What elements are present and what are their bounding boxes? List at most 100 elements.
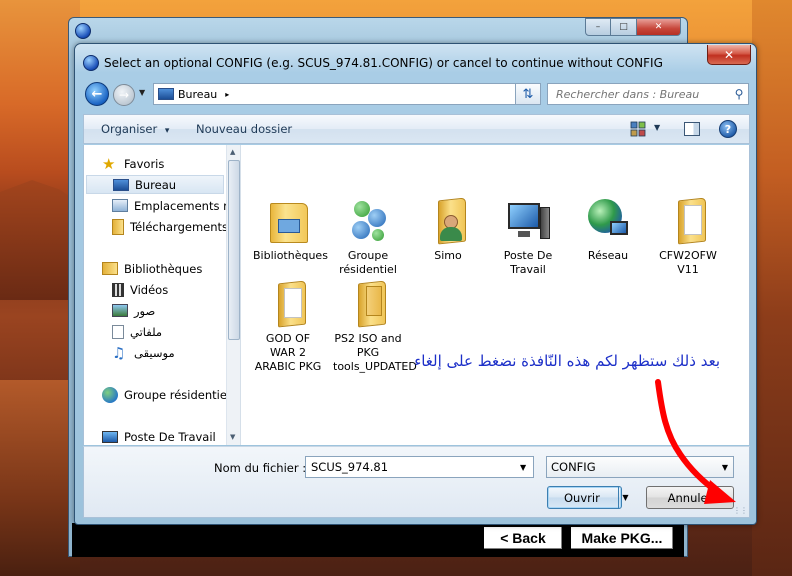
address-location[interactable]: Bureau xyxy=(178,88,217,101)
instruction-annotation: بعد ذلك ستظهر لكم هذه النّافذة نضغط على … xyxy=(414,352,720,370)
nav-item-label: موسيقى xyxy=(134,345,175,360)
new-folder-button[interactable]: Nouveau dossier xyxy=(196,122,292,136)
documents-icon xyxy=(112,324,124,339)
file-item-label: Simo xyxy=(434,249,462,262)
view-options-dropdown[interactable]: ▼ xyxy=(654,123,660,132)
nav-item-documents[interactable]: ملفاتي xyxy=(112,322,240,341)
file-item-network[interactable]: Réseau xyxy=(573,197,643,263)
computer-icon xyxy=(504,197,552,245)
chevron-down-icon: ▾ xyxy=(164,126,170,136)
navigation-pane: ★ Favoris Bureau Emplacements ré Télécha… xyxy=(84,145,241,445)
make-pkg-button[interactable]: Make PKG... xyxy=(569,525,675,551)
nav-item-label: Groupe résidentiel xyxy=(124,387,231,402)
search-input[interactable] xyxy=(548,87,730,101)
nav-item-label: Téléchargements xyxy=(130,219,229,234)
file-item-user-folder[interactable]: Simo xyxy=(413,197,483,263)
nav-item-computer[interactable]: Poste De Travail xyxy=(102,427,240,445)
libraries-icon xyxy=(102,262,118,275)
nav-item-label: Favoris xyxy=(124,156,165,171)
downloads-icon xyxy=(112,218,124,235)
nav-item-label: Emplacements ré xyxy=(134,198,235,213)
music-icon: ♫ xyxy=(112,343,126,362)
desktop-icon xyxy=(113,178,129,191)
filename-label: Nom du fichier : xyxy=(214,461,307,475)
app-orb-icon xyxy=(75,23,91,39)
desktop-icon xyxy=(158,88,174,100)
breadcrumb-arrow-icon[interactable]: ▸ xyxy=(225,90,229,99)
dialog-title: Select an optional CONFIG (e.g. SCUS_974… xyxy=(104,56,663,70)
file-item-label: Bibliothèques xyxy=(253,249,328,262)
refresh-icon: ⇅ xyxy=(522,86,534,102)
file-item-label: Réseau xyxy=(587,249,629,262)
scroll-up-icon[interactable]: ▲ xyxy=(230,148,235,156)
user-folder-icon xyxy=(424,197,472,245)
nav-item-label: Bureau xyxy=(135,177,177,192)
file-item-label: GOD OF WAR 2 ARABIC PKG xyxy=(254,332,322,373)
open-options-dropdown[interactable]: ▼ xyxy=(618,486,632,509)
file-item-label: Poste De Travail xyxy=(503,249,553,276)
nav-item-recent-places[interactable]: Emplacements ré xyxy=(112,196,240,215)
dialog-app-icon xyxy=(83,55,99,71)
open-button-label: Ouvrir xyxy=(564,490,600,505)
network-icon xyxy=(584,197,632,245)
recent-locations-dropdown[interactable]: ▼ xyxy=(139,88,145,97)
arrow-left-icon: ← xyxy=(91,86,103,102)
search-icon[interactable]: ⚲ xyxy=(730,87,748,101)
recent-places-icon xyxy=(112,199,128,212)
address-bar[interactable]: Bureau ▸ ▼ xyxy=(153,83,538,105)
file-item-god-of-war[interactable]: GOD OF WAR 2 ARABIC PKG xyxy=(253,280,323,374)
search-box[interactable]: ⚲ xyxy=(547,83,749,105)
change-view-icon[interactable] xyxy=(630,121,646,137)
help-button[interactable]: ? xyxy=(719,120,737,138)
folder-icon xyxy=(264,280,312,328)
file-item-cfw2ofw[interactable]: CFW2OFW V11 xyxy=(653,197,723,277)
nav-item-label: Bibliothèques xyxy=(124,261,203,276)
nav-item-videos[interactable]: Vidéos xyxy=(112,280,240,299)
pictures-icon xyxy=(112,304,128,317)
maximize-button[interactable]: □ xyxy=(611,18,637,36)
scroll-down-icon[interactable]: ▼ xyxy=(230,433,235,441)
close-button[interactable]: ✕ xyxy=(637,18,681,36)
desktop-wallpaper-right xyxy=(752,0,792,576)
file-item-homegroup[interactable]: Groupe résidentiel xyxy=(333,197,403,277)
nav-item-label: ملفاتي xyxy=(130,324,163,339)
homegroup-icon xyxy=(102,386,118,403)
dialog-close-button[interactable]: ✕ xyxy=(707,45,751,65)
folder-icon xyxy=(664,197,712,245)
videos-icon xyxy=(112,282,124,297)
filename-input[interactable] xyxy=(305,456,534,478)
nav-item-music[interactable]: ♫ موسيقى xyxy=(112,343,240,362)
window-controls: – □ ✕ xyxy=(585,18,681,36)
back-button[interactable]: < Back xyxy=(482,525,564,551)
nav-item-label: صور xyxy=(134,303,156,318)
nav-item-homegroup[interactable]: Groupe résidentiel xyxy=(102,385,240,404)
computer-icon xyxy=(102,430,118,443)
star-icon: ★ xyxy=(102,154,116,173)
file-type-value: CONFIG xyxy=(551,460,596,474)
red-arrow-annotation xyxy=(655,379,736,504)
nav-item-pictures[interactable]: صور xyxy=(112,301,240,320)
nav-item-desktop[interactable]: Bureau xyxy=(86,175,224,194)
preview-pane-icon[interactable] xyxy=(684,122,700,136)
nav-item-downloads[interactable]: Téléchargements xyxy=(112,217,240,236)
scrollbar-thumb[interactable] xyxy=(228,160,240,340)
nav-item-label: Vidéos xyxy=(130,282,169,297)
open-button[interactable]: Ouvrir xyxy=(547,486,622,509)
navigation-scrollbar[interactable]: ▲ ▼ xyxy=(226,145,240,445)
arrow-right-icon: → xyxy=(118,88,130,102)
filename-dropdown-icon[interactable]: ▼ xyxy=(520,463,526,472)
organize-label: Organiser xyxy=(101,122,158,136)
nav-item-favorites[interactable]: ★ Favoris xyxy=(102,154,240,173)
nav-item-libraries[interactable]: Bibliothèques xyxy=(102,259,240,278)
forward-arrow-button[interactable]: → xyxy=(113,84,135,106)
organize-button[interactable]: Organiser ▾ xyxy=(101,122,169,136)
refresh-button[interactable]: ⇅ xyxy=(515,83,541,105)
minimize-button[interactable]: – xyxy=(585,18,611,36)
file-item-libraries[interactable]: Bibliothèques xyxy=(253,197,328,263)
back-arrow-button[interactable]: ← xyxy=(85,82,109,106)
file-item-label: Groupe résidentiel xyxy=(339,249,397,276)
nav-item-label: Poste De Travail xyxy=(124,429,216,444)
file-item-computer[interactable]: Poste De Travail xyxy=(493,197,563,277)
file-item-label: CFW2OFW V11 xyxy=(659,249,717,276)
command-bar: Organiser ▾ Nouveau dossier ▼ ? xyxy=(83,114,750,144)
